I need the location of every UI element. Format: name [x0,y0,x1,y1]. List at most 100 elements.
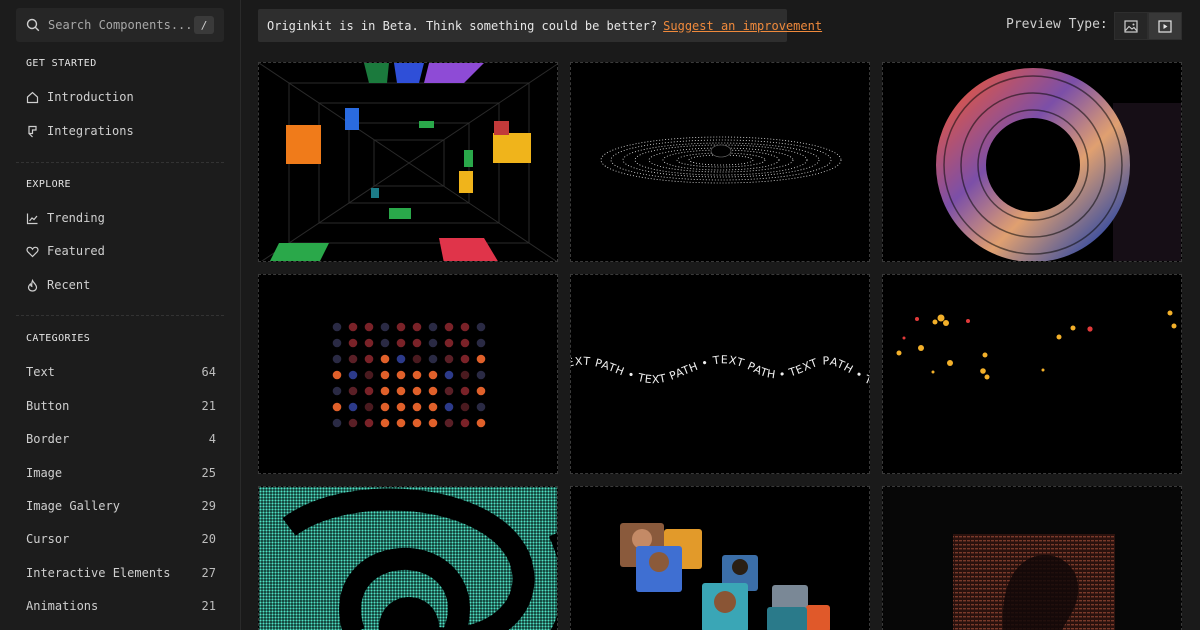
ascii-portrait-card[interactable] [882,486,1182,630]
dot-grid-dot [332,370,342,380]
dot-grid-dot [412,338,422,348]
particle-ring-card[interactable] [570,62,870,262]
dot-grid-dot [412,354,422,364]
sidebar-item-introduction[interactable]: Introduction [26,86,216,108]
avatar-stack-card[interactable] [570,486,870,630]
svg-text:TEXT PATH • TEXT PATH • TEXT P: TEXT PATH • TEXT PATH • TEXT PATH • TEXT… [571,275,870,390]
sidebar-item-trending[interactable]: Trending [26,207,216,229]
dot-grid-dot [396,370,406,380]
dot-grid-dot [332,338,342,348]
flame-icon [27,278,38,292]
dot-grid-dot [348,354,358,364]
sidebar-item-featured[interactable]: Featured [26,240,216,262]
heart-icon [26,246,39,257]
dot-grid-dot [476,370,486,380]
dot-grid-dot [348,322,358,332]
category-item-image[interactable]: Image 25 [26,462,216,484]
dot-grid-dot [348,402,358,412]
text-path-preview: TEXT PATH • TEXT PATH • TEXT PATH • TEXT… [571,275,870,390]
spiral-preview [259,487,557,630]
beta-banner: Originkit is in Beta. Think something co… [258,9,822,42]
category-item-animations[interactable]: Animations 21 [26,595,216,617]
dot-grid-dot [460,354,470,364]
dot-grid-dot [428,402,438,412]
section-title-explore: EXPLORE [26,179,71,190]
sidebar-item-integrations[interactable]: Integrations [26,120,216,142]
dot-grid-dot [444,354,454,364]
dot-grid-dot [476,386,486,396]
dot-grid-dot [332,402,342,412]
dot-grid-dot [380,370,390,380]
sidebar-item-label: Recent [47,278,91,292]
dot-grid-dot [428,386,438,396]
ascii-portrait-preview [883,487,1181,630]
dot-grid-dot [396,338,406,348]
section-title-categories: CATEGORIES [26,333,91,344]
dot-grid-card[interactable] [258,274,558,474]
preview-type-label: Preview Type: [1006,17,1108,32]
dot-grid-dot [476,354,486,364]
dot-grid-dot [476,338,486,348]
search-input[interactable]: Search Components... / [16,8,224,42]
category-item-button[interactable]: Button 21 [26,395,216,417]
category-label: Interactive Elements [26,566,171,580]
dot-grid-dot [332,322,342,332]
floating-emoji-card[interactable] [882,274,1182,474]
dot-grid-dot [444,418,454,428]
category-label: Button [26,399,70,413]
sidebar-item-label: Integrations [47,124,134,138]
dot-grid-dot [428,322,438,332]
preview-video-button[interactable] [1148,12,1182,40]
dot-grid-dot [380,402,390,412]
category-item-cursor[interactable]: Cursor 20 [26,528,216,550]
beta-banner-text: Originkit is in Beta. Think something co… [267,18,658,33]
dot-grid-dot [364,370,374,380]
dot-grid-dot [348,338,358,348]
sidebar-divider [16,315,224,316]
category-item-border[interactable]: Border 4 [26,428,216,450]
category-item-interactive-elements[interactable]: Interactive Elements 27 [26,562,216,584]
text-path-label: TEXT PATH • TEXT PATH • TEXT PATH • TEXT… [571,275,869,390]
dot-grid-dot [332,386,342,396]
suggest-improvement-link[interactable]: Suggest an improvement [663,19,822,33]
dot-grid-dot [332,354,342,364]
category-label: Image Gallery [26,499,120,513]
dot-grid-dot [428,338,438,348]
dot-grid-dot [444,338,454,348]
tunnel-preview [259,63,557,261]
image-donut-preview [936,68,1181,261]
dot-grid-dot [412,322,422,332]
category-count: 4 [208,432,216,446]
spiral-card[interactable] [258,486,558,630]
integrations-icon [28,125,37,137]
dot-grid-dot [348,370,358,380]
category-count: 20 [201,532,216,546]
category-label: Animations [26,599,99,613]
preview-image-button[interactable] [1114,12,1148,40]
category-count: 29 [201,499,216,513]
dot-grid-dot [444,386,454,396]
category-label: Image [26,466,63,480]
dot-grid-dot [444,402,454,412]
category-count: 27 [201,566,216,580]
dot-grid-dot [460,402,470,412]
dot-grid-dot [428,418,438,428]
dot-grid-dot [476,418,486,428]
category-item-image-gallery[interactable]: Image Gallery 29 [26,495,216,517]
sidebar-item-recent[interactable]: Recent [26,274,216,296]
dot-grid-dot [460,370,470,380]
sidebar-item-label: Featured [47,244,105,258]
category-count: 21 [201,399,216,413]
search-icon [26,18,40,32]
dot-grid-dot [380,322,390,332]
category-item-text[interactable]: Text 64 [26,361,216,383]
dot-grid-dot [476,322,486,332]
text-path-card[interactable]: TEXT PATH • TEXT PATH • TEXT PATH • TEXT… [570,274,870,474]
dot-grid-dot [380,354,390,364]
tunnel-card[interactable] [258,62,558,262]
dot-grid-dot [460,338,470,348]
image-donut-card[interactable] [882,62,1182,262]
dot-grid-dot [396,354,406,364]
image-icon [1124,19,1138,33]
sidebar-divider [16,162,224,163]
